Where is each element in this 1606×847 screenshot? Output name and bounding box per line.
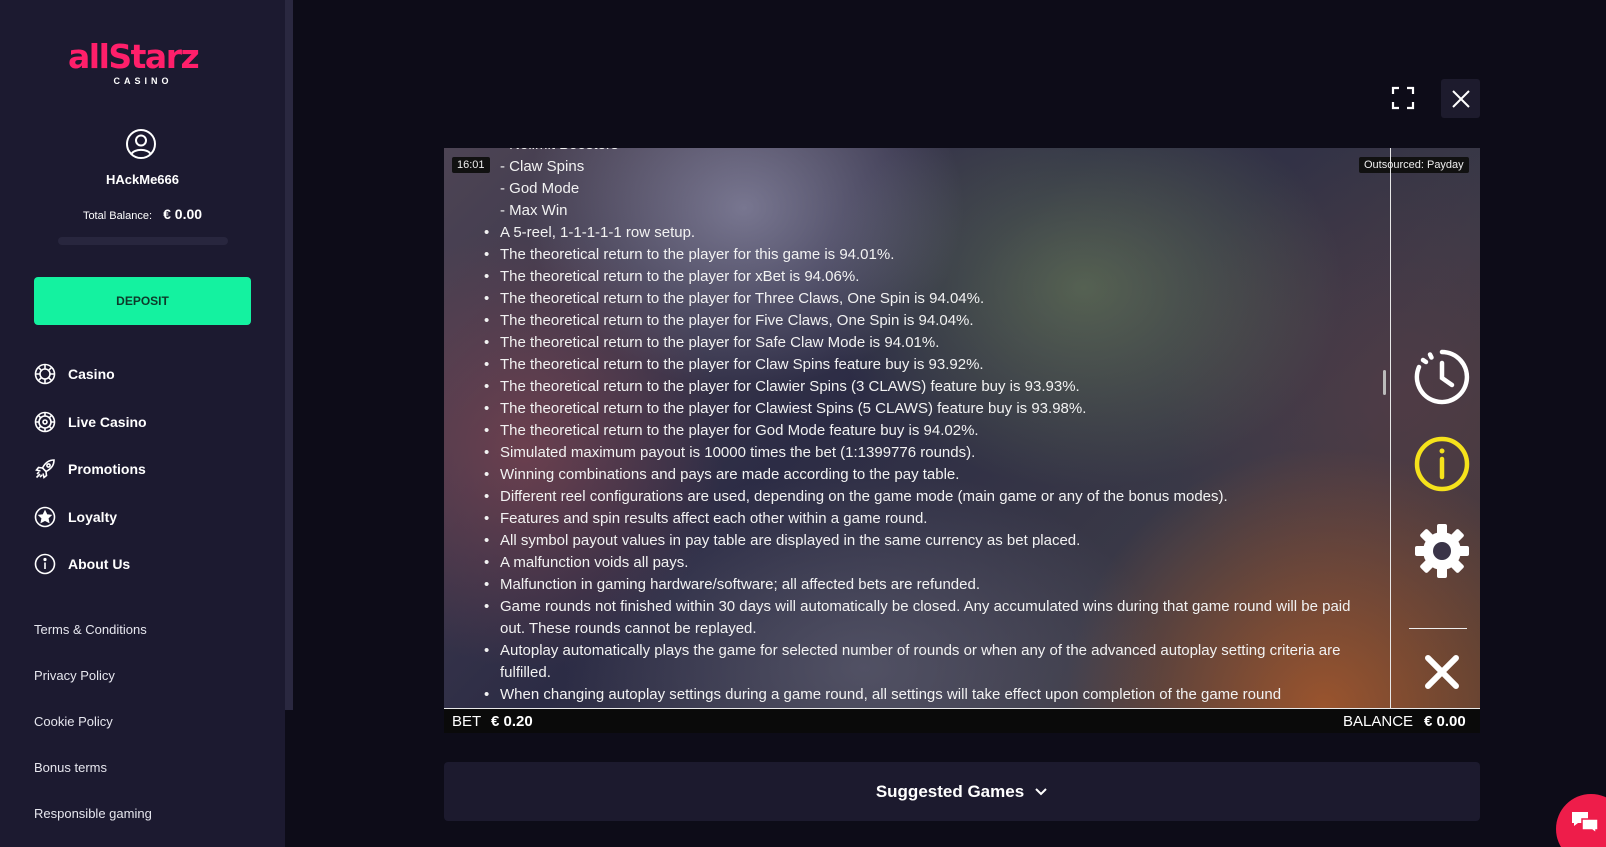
game-balance-value: € 0.00 — [1424, 712, 1466, 730]
game-frame[interactable]: - Nolimit Boosters - Claw Spins - God Mo… — [444, 148, 1480, 733]
info-icon — [34, 553, 56, 575]
close-rules-icon[interactable] — [1413, 643, 1471, 701]
game-rules-text: - Nolimit Boosters - Claw Spins - God Mo… — [484, 148, 1364, 706]
fullscreen-icon[interactable] — [1391, 86, 1415, 110]
rules-bullet: The theoretical return to the player for… — [484, 332, 1364, 354]
close-game-button[interactable] — [1441, 79, 1480, 118]
brand-subtitle: CASINO — [113, 76, 173, 86]
main-nav: Casino Live Casino Promotions Loyalty Ab… — [34, 362, 274, 600]
nav-item-loyalty[interactable]: Loyalty — [34, 505, 274, 529]
nav-label: Promotions — [68, 461, 146, 477]
rules-bullet: The theoretical return to the player for… — [484, 244, 1364, 266]
suggested-games-toggle[interactable]: Suggested Games — [444, 762, 1480, 821]
balance-progress-bar — [58, 237, 228, 245]
avatar-icon[interactable] — [125, 128, 157, 160]
rules-bullet: Features and spin results affect each ot… — [484, 508, 1364, 530]
nav-item-live-casino[interactable]: Live Casino — [34, 410, 274, 434]
game-balance-label: BALANCE — [1343, 712, 1414, 730]
nav-item-promotions[interactable]: Promotions — [34, 457, 274, 481]
settings-gear-icon[interactable] — [1413, 522, 1471, 580]
rules-bullet: Game rounds not finished within 30 days … — [484, 596, 1364, 640]
rules-bullet: The theoretical return to the player for… — [484, 354, 1364, 376]
rules-bullet: The theoretical return to the player for… — [484, 376, 1364, 398]
link-bonus-terms[interactable]: Bonus terms — [34, 760, 152, 806]
rules-bullet: Malfunction in gaming hardware/software;… — [484, 574, 1364, 596]
live-chat-button[interactable] — [1556, 794, 1606, 847]
rules-sub-item: - Nolimit Boosters — [484, 148, 1364, 156]
close-icon — [1451, 89, 1470, 108]
nav-label: Casino — [68, 366, 115, 382]
game-side-panel — [1390, 148, 1480, 708]
chat-icon — [1572, 812, 1599, 835]
nav-item-casino[interactable]: Casino — [34, 362, 274, 386]
rules-scrollbar[interactable] — [1383, 370, 1386, 395]
sidebar: allStarz CASINO HAckMe666 Total Balance:… — [0, 0, 285, 847]
rules-sub-item: - Claw Spins — [500, 158, 585, 175]
balance-label: Total Balance: — [82, 210, 153, 222]
info-icon[interactable] — [1413, 435, 1471, 493]
rules-bullet: The theoretical return to the player for… — [484, 420, 1364, 442]
rules-bullet: A malfunction voids all pays. — [484, 552, 1364, 574]
rules-bullet: The theoretical return to the player for… — [484, 288, 1364, 310]
rules-bullet: The theoretical return to the player for… — [484, 266, 1364, 288]
history-icon[interactable] — [1413, 348, 1471, 406]
rules-bullet: All symbol payout values in pay table ar… — [484, 530, 1364, 552]
rules-sub-item: - God Mode — [500, 180, 580, 197]
nav-item-about-us[interactable]: About Us — [34, 552, 274, 576]
rules-bullet: Autoplay automatically plays the game fo… — [484, 640, 1364, 684]
nav-label: Loyalty — [68, 508, 118, 525]
rules-bullet: The theoretical return to the player for… — [484, 310, 1364, 332]
rules-bullet: When changing autoplay settings during a… — [484, 684, 1364, 706]
panel-divider — [1409, 628, 1467, 629]
rules-bullet: A 5-reel, 1-1-1-1-1 row setup. — [484, 222, 1364, 244]
link-cookie[interactable]: Cookie Policy — [34, 714, 152, 760]
bet-label: BET — [452, 712, 482, 730]
balance-amount: € 0.00 — [163, 206, 203, 222]
clock-badge: 16:01 — [452, 157, 490, 173]
sidebar-scrollbar[interactable] — [285, 0, 293, 710]
link-privacy[interactable]: Privacy Policy — [34, 668, 152, 714]
star-icon — [34, 506, 56, 527]
rules-sub-item: - Max Win — [500, 202, 568, 219]
rules-bullet: Different reel configurations are used, … — [484, 486, 1364, 508]
deposit-button[interactable]: DEPOSIT — [34, 277, 251, 325]
rules-bullet: The theoretical return to the player for… — [484, 398, 1364, 420]
chip-icon — [34, 363, 56, 385]
nav-label: About Us — [68, 556, 131, 572]
chevron-down-icon — [1035, 787, 1047, 795]
rules-bullet: Simulated maximum payout is 10000 times … — [484, 442, 1364, 464]
nav-label: Live Casino — [68, 413, 147, 430]
game-status-bar: BET € 0.20 BALANCE € 0.00 — [444, 709, 1480, 733]
rocket-icon — [35, 459, 55, 479]
brand-logo[interactable]: allStarz CASINO — [68, 40, 218, 90]
bet-value: € 0.20 — [491, 712, 533, 730]
link-terms[interactable]: Terms & Conditions — [34, 622, 152, 668]
rules-bullet: Winning combinations and pays are made a… — [484, 464, 1364, 486]
suggested-games-label: Suggested Games — [875, 781, 1025, 801]
brand-name: allStarz — [68, 37, 200, 76]
footer-links: Terms & Conditions Privacy Policy Cookie… — [34, 622, 152, 847]
total-balance: Total Balance: € 0.00 — [0, 206, 285, 222]
roulette-icon — [34, 411, 56, 432]
username: HAckMe666 — [106, 172, 179, 187]
link-responsible-gaming[interactable]: Responsible gaming — [34, 806, 152, 847]
